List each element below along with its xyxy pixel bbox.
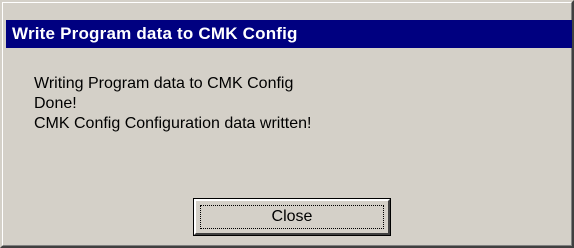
message-area: Writing Program data to CMK Config Done!…	[34, 74, 311, 134]
dialog-title: Write Program data to CMK Config	[12, 24, 298, 43]
focus-rectangle: Close	[200, 205, 384, 229]
close-button-label: Close	[271, 208, 313, 225]
title-bar[interactable]: Write Program data to CMK Config	[6, 20, 572, 48]
dialog-window: Write Program data to CMK Config Writing…	[0, 0, 574, 248]
message-line: Writing Program data to CMK Config	[34, 75, 294, 92]
close-button[interactable]: Close	[193, 198, 391, 236]
message-line: CMK Config Configuration data written!	[34, 115, 312, 132]
message-line: Done!	[34, 95, 77, 112]
